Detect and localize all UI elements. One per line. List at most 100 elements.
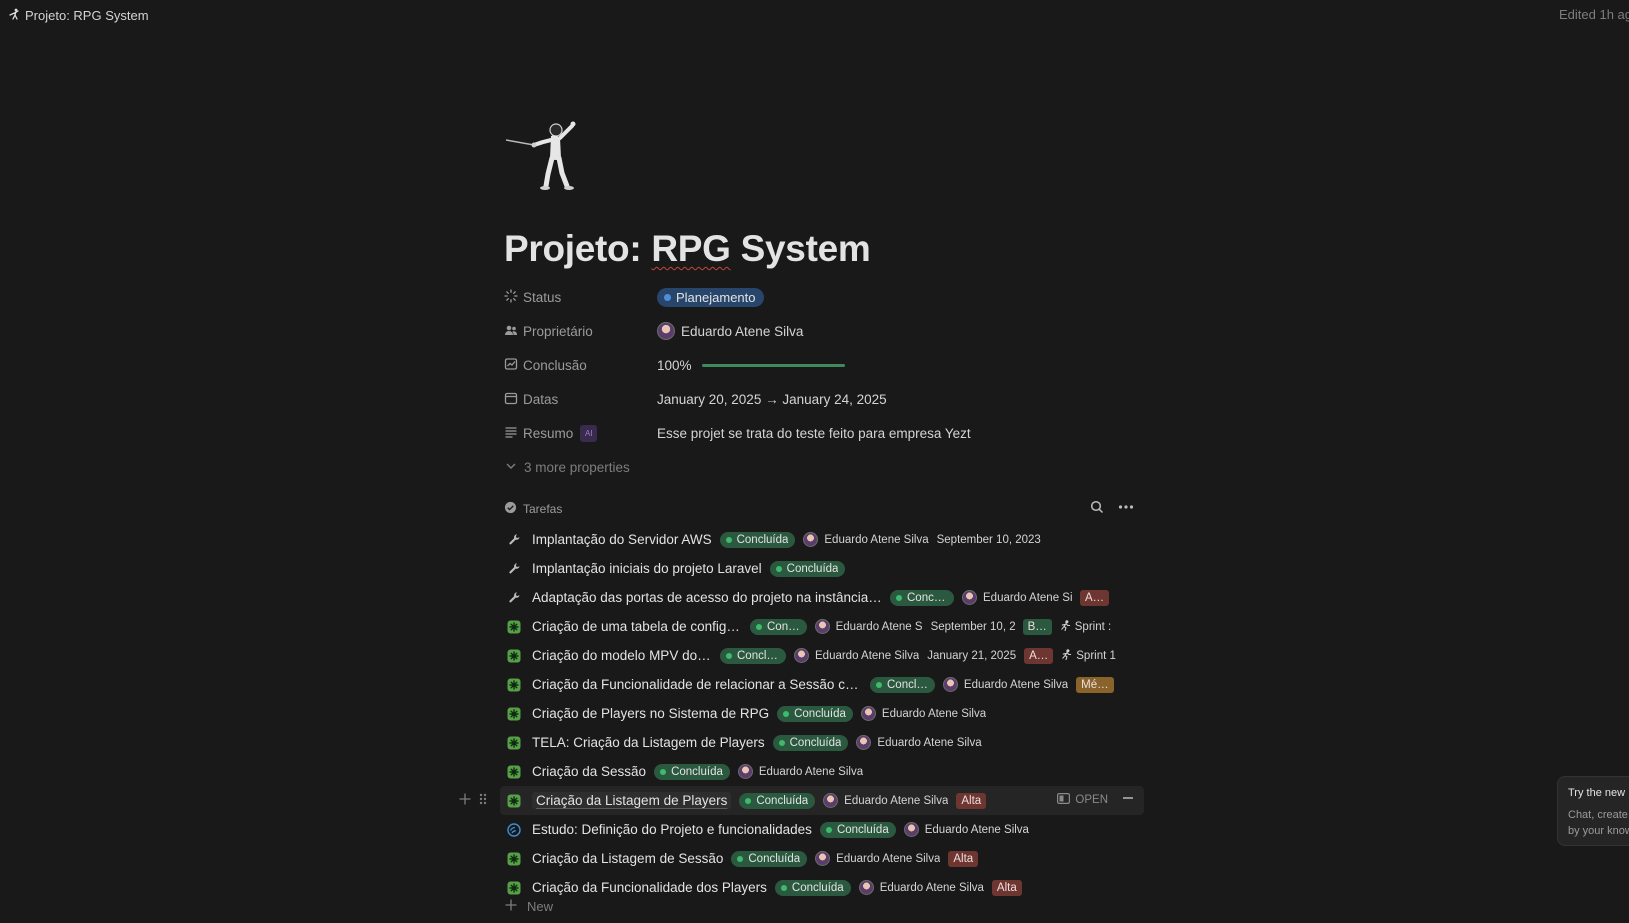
task-name[interactable]: Implantação iniciais do projeto Laravel	[532, 561, 762, 576]
more-options-icon[interactable]	[1118, 500, 1134, 519]
status-badge[interactable]: Concluída	[731, 850, 808, 867]
chevron-down-icon	[504, 459, 518, 476]
status-badge[interactable]: Conclu…	[720, 647, 786, 664]
side-peek-icon	[1057, 792, 1071, 807]
status-label: Concluída	[786, 562, 839, 575]
property-name-completion[interactable]: Conclusão	[504, 357, 657, 374]
task-name[interactable]: Criação da Sessão	[532, 764, 646, 779]
task-name[interactable]: Criação de uma tabela de configura…	[532, 619, 742, 634]
property-label: Proprietário	[523, 323, 593, 339]
promo-toast[interactable]: Try the new N Chat, create, by your know	[1557, 776, 1629, 846]
priority-badge[interactable]: A…	[1080, 589, 1110, 606]
task-name[interactable]: Criação da Listagem de Players	[532, 792, 732, 809]
status-badge[interactable]: Concluída	[774, 879, 851, 896]
table-row[interactable]: Implantação do Servidor AWS Concluída Edua…	[504, 525, 1144, 554]
new-task-button[interactable]: New	[504, 898, 553, 915]
table-row[interactable]: Criação da Funcionalidade dos Players Con…	[504, 873, 1144, 902]
table-row[interactable]: Criação de uma tabela de configura… Con… E…	[504, 612, 1144, 641]
priority-badge[interactable]: Alta	[991, 879, 1022, 896]
table-row[interactable]: Adaptação das portas de acesso do projet…	[504, 583, 1144, 612]
page-title[interactable]: Projeto: RPG System	[504, 228, 871, 270]
task-name[interactable]: Adaptação das portas de acesso do projet…	[532, 590, 882, 605]
priority-badge[interactable]: Alta	[948, 850, 979, 867]
status-badge[interactable]: Planejamento	[657, 287, 764, 307]
table-row[interactable]: Criação de Players no Sistema de RPG Conc…	[504, 699, 1144, 728]
table-row[interactable]: Criação da Listagem de Players Concluída E…	[459, 786, 1144, 815]
status-badge[interactable]: Concluída	[769, 560, 846, 577]
table-row[interactable]: Estudo: Definição do Projeto e funcional…	[504, 815, 1144, 844]
task-date[interactable]: September 10, 2023	[937, 534, 1041, 546]
property-value-owner[interactable]: Eduardo Atene Silva	[657, 322, 803, 340]
property-value-completion[interactable]: 100%	[657, 358, 845, 373]
status-label: Concl…	[907, 591, 947, 604]
task-name[interactable]: Implantação do Servidor AWS	[532, 532, 712, 547]
status-badge[interactable]: Concl…	[890, 589, 954, 606]
open-button[interactable]: OPEN	[1057, 792, 1108, 807]
status-badge[interactable]: Concl…	[870, 676, 935, 693]
assignee[interactable]: Eduardo Atene Silva	[737, 764, 863, 779]
table-row[interactable]: Criação do modelo MPV do pr… Conclu… Eduar…	[504, 641, 1144, 670]
task-name[interactable]: Criação da Funcionalidade dos Players	[532, 880, 767, 895]
status-badge[interactable]: Concluída	[772, 734, 849, 751]
assignee[interactable]: Eduardo Atene S	[814, 619, 923, 634]
assignee[interactable]: Eduardo Atene Silva	[962, 590, 1072, 605]
priority-badge[interactable]: Mé…	[1076, 676, 1114, 693]
task-name[interactable]: TELA: Criação da Listagem de Players	[532, 735, 765, 750]
assignee[interactable]: Eduardo Atene Silva	[803, 532, 929, 547]
assignee[interactable]: Eduardo Atene Silva	[794, 648, 919, 663]
task-name[interactable]: Criação do modelo MPV do pr…	[532, 648, 712, 663]
assignee[interactable]: Eduardo Atene Silva	[942, 677, 1068, 692]
assignee[interactable]: Eduardo Atene Silva	[823, 793, 948, 808]
runner-icon	[1061, 648, 1072, 663]
task-date[interactable]: January 21, 2025	[927, 650, 1016, 662]
status-badge[interactable]: Concluída	[739, 792, 816, 809]
assignee[interactable]: Eduardo Atene Silva	[860, 706, 986, 721]
plus-icon[interactable]	[458, 792, 472, 811]
status-spinner-icon	[504, 288, 518, 306]
priority-badge[interactable]: Alta	[956, 792, 987, 809]
property-name-status[interactable]: Status	[504, 288, 657, 306]
page-title-prefix: Projeto:	[504, 228, 652, 269]
table-row[interactable]: Criação da Funcionalidade de relacionar …	[504, 670, 1144, 699]
sparkle-task-icon	[506, 880, 522, 896]
task-date[interactable]: September 10, 20	[931, 621, 1015, 633]
minus-icon[interactable]	[1122, 792, 1134, 807]
status-label: Concluída	[748, 852, 801, 865]
status-badge[interactable]: Concluída	[777, 705, 853, 722]
tasks-title[interactable]: Tarefas	[504, 501, 562, 517]
chart-icon	[504, 357, 518, 374]
property-name-summary[interactable]: Resumo AI	[504, 424, 657, 442]
status-badge[interactable]: Concluída	[719, 531, 796, 548]
task-name[interactable]: Criação da Listagem de Sessão	[532, 851, 723, 866]
property-name-dates[interactable]: Datas	[504, 391, 657, 408]
table-row[interactable]: Criação da Sessão Concluída Eduardo Atene …	[504, 757, 1144, 786]
status-badge[interactable]: Concluída	[819, 821, 896, 838]
breadcrumb[interactable]: Projeto: RPG System	[0, 8, 149, 23]
sparkle-task-icon	[506, 793, 522, 809]
table-row[interactable]: Implantação iniciais do projeto Laravel C…	[504, 554, 1144, 583]
property-value-status[interactable]: Planejamento	[657, 287, 764, 307]
fencer-icon[interactable]	[504, 118, 584, 198]
table-row[interactable]: Criação da Listagem de Sessão Concluída Ed…	[504, 844, 1144, 873]
ai-badge: AI	[580, 424, 598, 442]
assignee[interactable]: Eduardo Atene Silva	[858, 880, 984, 895]
property-value-dates[interactable]: January 20, 2025 → January 24, 2025	[657, 392, 887, 407]
search-icon[interactable]	[1090, 500, 1104, 519]
property-value-summary[interactable]: Esse projet se trata do teste feito para…	[657, 426, 971, 441]
drag-handle-icon[interactable]	[478, 792, 488, 811]
task-name[interactable]: Criação da Funcionalidade de relacionar …	[532, 677, 862, 692]
task-name[interactable]: Estudo: Definição do Projeto e funcional…	[532, 822, 812, 837]
sprint-tag[interactable]: Sprint :	[1060, 619, 1111, 634]
status-badge[interactable]: Con…	[750, 618, 807, 635]
assignee[interactable]: Eduardo Atene Silva	[903, 822, 1029, 837]
task-name[interactable]: Criação de Players no Sistema de RPG	[532, 706, 769, 721]
assignee[interactable]: Eduardo Atene Silva	[856, 735, 982, 750]
priority-badge[interactable]: B…	[1022, 618, 1052, 635]
assignee[interactable]: Eduardo Atene Silva	[815, 851, 940, 866]
sprint-tag[interactable]: Sprint 1	[1061, 648, 1116, 663]
property-name-owner[interactable]: Proprietário	[504, 323, 657, 340]
status-badge[interactable]: Concluída	[654, 763, 730, 780]
more-properties-toggle[interactable]: 3 more properties	[504, 450, 1144, 484]
priority-badge[interactable]: A…	[1024, 647, 1054, 664]
table-row[interactable]: TELA: Criação da Listagem de Players Conc…	[504, 728, 1144, 757]
